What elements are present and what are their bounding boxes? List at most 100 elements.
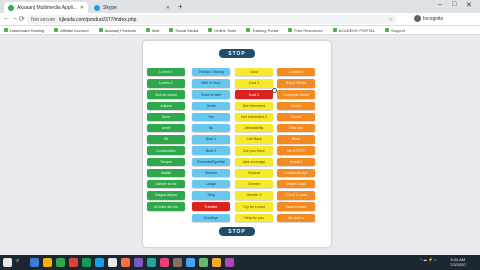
sound-button[interactable]: Yes xyxy=(192,112,230,122)
stop-button-top[interactable]: STOP xyxy=(219,49,255,58)
url-input[interactable]: Not secure kjlesda.com/product/377/index… xyxy=(27,15,397,24)
security-label[interactable]: Not secure xyxy=(31,17,55,23)
sound-button[interactable]: Sing xyxy=(192,191,230,200)
sound-button[interactable]: Landlords Age xyxy=(277,168,315,178)
taskbar-app-icon[interactable] xyxy=(56,258,65,267)
taskbar-app-icon[interactable] xyxy=(43,258,52,267)
sound-button[interactable]: Bio and 's xyxy=(277,213,315,222)
sound-button[interactable]: Dolor xyxy=(147,112,185,122)
taskbar-app-icon[interactable] xyxy=(225,258,234,267)
taskbar-app-icon[interactable] xyxy=(69,258,78,267)
bookmark-item[interactable]: ACADEMY PORTAL xyxy=(332,28,375,33)
start-button-icon[interactable] xyxy=(3,258,12,267)
maximize-icon[interactable]: □ xyxy=(452,1,456,8)
sound-button[interactable]: Cry for Loved xyxy=(235,202,273,211)
sound-button[interactable]: Great xyxy=(192,101,230,110)
sound-button[interactable]: Lorem 2 xyxy=(147,79,185,88)
taskbar-app-icon[interactable] xyxy=(95,258,104,267)
sound-button[interactable]: Lorem 1 xyxy=(147,68,185,77)
sound-button[interactable]: Pain yes xyxy=(277,124,315,133)
sound-button[interactable]: Amet xyxy=(147,124,185,133)
sound-button[interactable]: Add coverage xyxy=(235,157,273,166)
sound-button[interactable]: Help for you xyxy=(235,213,273,222)
taskbar-app-icon[interactable] xyxy=(212,258,221,267)
sound-button[interactable]: Laugh xyxy=(192,180,230,189)
sound-button[interactable]: Affordability xyxy=(235,124,273,133)
sound-button[interactable]: Thanks / Asking xyxy=(192,68,230,77)
sound-button[interactable]: Verbal 1 xyxy=(277,157,315,166)
system-tray[interactable]: ^ ☁ ⚡ ♪ xyxy=(420,257,436,262)
bookmark-item[interactable]: Akaaanj Products xyxy=(98,28,136,33)
sound-button[interactable]: Back to ease xyxy=(277,202,315,211)
clock[interactable]: 5:44 AM 7/2/2020 xyxy=(450,257,466,267)
sound-button[interactable]: Consectetur xyxy=(147,146,185,155)
sound-button[interactable]: Remodel/Bye/Hai xyxy=(192,157,230,166)
sound-button[interactable]: Gender xyxy=(235,180,273,189)
sound-button[interactable]: No HTTPS xyxy=(277,146,315,155)
sound-button[interactable]: Adipisc xyxy=(147,101,185,110)
sound-button[interactable]: Voice in later xyxy=(192,90,230,99)
taskbar-app-icon[interactable] xyxy=(108,258,117,267)
sound-button[interactable]: Email xyxy=(277,101,315,110)
sound-button[interactable]: Incidid xyxy=(147,168,185,178)
sound-button[interactable]: Transfer xyxy=(192,202,230,211)
sound-button[interactable]: Sit xyxy=(147,135,185,144)
taskbar-app-icon[interactable] xyxy=(121,258,130,267)
taskbar-app-icon[interactable] xyxy=(199,258,208,267)
back-icon[interactable]: ← xyxy=(3,15,10,22)
sound-button[interactable]: Goodbye xyxy=(192,213,230,222)
tab-close-icon[interactable]: ✕ xyxy=(80,5,84,11)
taskbar-app-icon[interactable] xyxy=(30,258,39,267)
tab-close-icon[interactable]: ✕ xyxy=(166,5,170,11)
sound-button[interactable]: Hours xyxy=(277,112,315,122)
sound-button[interactable]: Repeat xyxy=(235,168,273,178)
sound-button[interactable]: Well in Hour xyxy=(192,79,230,88)
bookmark-item[interactable]: Mail xyxy=(146,28,159,33)
bookmark-star-icon[interactable]: ☆ xyxy=(389,17,393,23)
stop-button-bottom[interactable]: STOP xyxy=(219,227,255,236)
sound-button[interactable]: Ocal xyxy=(235,68,273,77)
sound-button[interactable]: Call Back xyxy=(235,135,273,144)
sound-button[interactable]: Sed do eiusm xyxy=(147,90,185,99)
sound-button[interactable]: Not Interested 2 xyxy=(235,112,273,122)
sound-button[interactable]: Ut enim ad min xyxy=(147,202,185,211)
forward-icon[interactable]: → xyxy=(11,15,18,22)
sound-button[interactable]: Rapid Stress xyxy=(277,79,315,88)
sound-button[interactable]: Best 2 xyxy=(192,146,230,155)
sound-button[interactable]: Cool 2 xyxy=(235,90,273,99)
taskbar-app-icon[interactable] xyxy=(186,258,195,267)
reload-icon[interactable]: ⟳ xyxy=(19,15,25,23)
sound-button[interactable]: Tempor xyxy=(147,157,185,166)
sound-button[interactable]: Cool 1 xyxy=(235,79,273,88)
sound-button[interactable]: Not Interested xyxy=(235,101,273,110)
sound-button[interactable]: Location xyxy=(277,68,315,77)
bookmark-item[interactable]: Free Resources xyxy=(288,28,323,33)
bookmark-item[interactable]: Training Portal xyxy=(246,28,278,33)
sound-button[interactable]: Are you there xyxy=(235,146,273,155)
taskbar-app-icon[interactable] xyxy=(82,258,91,267)
taskbar-app-icon[interactable] xyxy=(147,258,156,267)
bookmark-item[interactable]: Affiliate Account xyxy=(54,28,89,33)
bookmark-item[interactable]: Support xyxy=(385,28,405,33)
sound-button[interactable]: Computer Items xyxy=(277,90,315,99)
taskbar-app-icon[interactable] xyxy=(134,258,143,267)
sound-button[interactable]: Magna aliqua xyxy=(147,191,185,200)
new-tab-button[interactable]: + xyxy=(178,2,183,12)
sound-button[interactable]: Shower xyxy=(192,168,230,178)
sound-button[interactable]: Labore et dol xyxy=(147,180,185,189)
bookmark-item[interactable]: Social Media xyxy=(169,28,198,33)
profile-button[interactable]: Incognito xyxy=(414,15,443,22)
bookmark-item[interactable]: Online Tools xyxy=(208,28,236,33)
sound-button[interactable]: Bites xyxy=(277,135,315,144)
sound-button[interactable]: Check & uses xyxy=(277,191,315,200)
bookmark-item[interactable]: Dashboard Hosting xyxy=(4,28,44,33)
sound-button[interactable]: Gender 2 xyxy=(235,191,273,200)
sound-button[interactable]: Water Dogs xyxy=(277,180,315,189)
browser-tab-active[interactable]: Akaaanj Multimedia Appli... ✕ xyxy=(4,2,88,13)
minimize-icon[interactable]: – xyxy=(438,1,442,8)
search-icon[interactable]: ⌕ xyxy=(16,258,19,265)
taskbar-app-icon[interactable] xyxy=(160,258,169,267)
browser-tab-skype[interactable]: Skype ✕ xyxy=(90,2,174,13)
window-close-icon[interactable]: ✕ xyxy=(466,1,472,9)
sound-button[interactable]: Best 1 xyxy=(192,135,230,144)
